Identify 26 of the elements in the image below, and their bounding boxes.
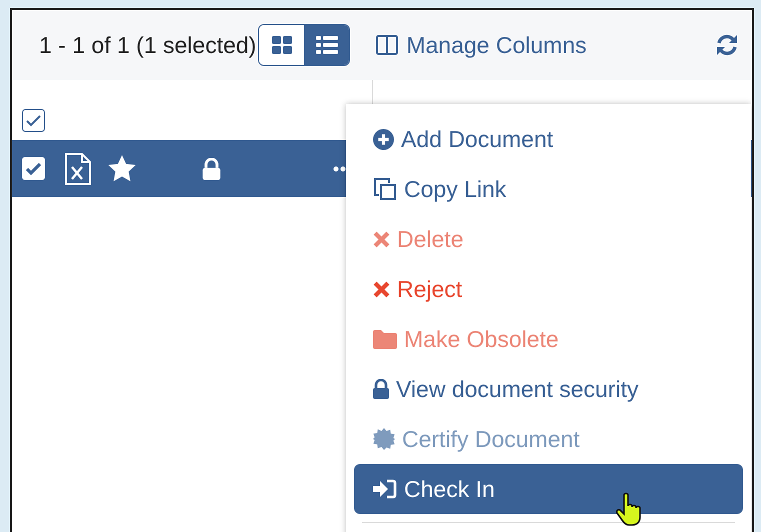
list-view-icon (316, 36, 338, 54)
checkbox[interactable] (22, 157, 45, 180)
star-icon[interactable] (108, 155, 136, 182)
manage-columns-link[interactable]: Manage Columns (406, 32, 587, 58)
excel-file-icon (65, 152, 91, 184)
grid-view-icon (272, 36, 292, 54)
menu-item[interactable]: View document security (354, 364, 743, 414)
menu-item[interactable]: Reject (354, 264, 743, 314)
menu-item[interactable]: Add Document (354, 114, 743, 164)
plus-circle-icon (373, 128, 394, 150)
columns-icon (376, 35, 398, 55)
badge-icon (373, 428, 395, 450)
cross-icon (373, 230, 390, 248)
copy-icon (373, 177, 397, 201)
folder-icon (373, 330, 397, 348)
refresh-button[interactable] (716, 34, 738, 56)
view-toggle-button[interactable] (304, 25, 350, 65)
menu-item[interactable]: Copy Link (354, 164, 743, 214)
sign-in-icon (373, 479, 397, 499)
checkbox[interactable] (22, 109, 45, 132)
lock-icon (373, 379, 389, 399)
result-count: 1 - 1 of 1 (1 selected) (39, 32, 256, 58)
cross-icon (373, 280, 390, 298)
lock-icon (202, 158, 221, 180)
view-toggle-button[interactable] (259, 25, 304, 65)
menu-item[interactable]: Check In (354, 464, 743, 514)
